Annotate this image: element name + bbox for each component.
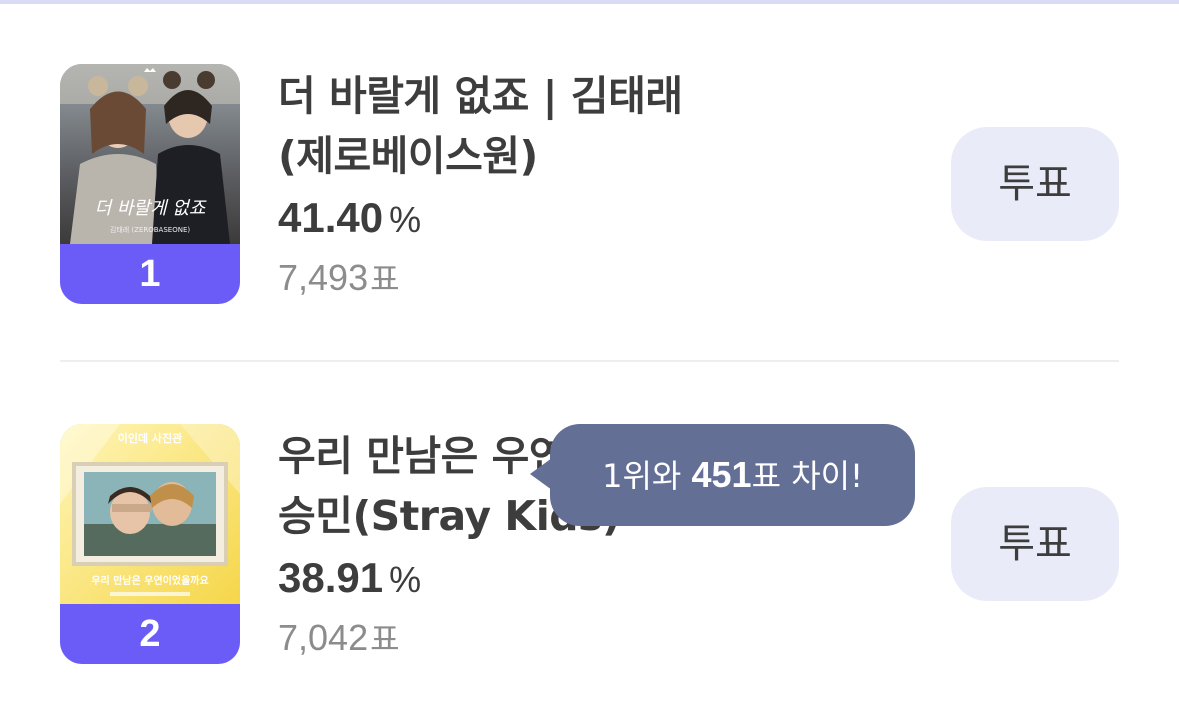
cover-title-text: 우리 만남은 우연이었을까요 — [91, 574, 208, 587]
album-thumbnail[interactable]: 더 바랄게 없죠 김태래 (ZEROBASEONE) 1 — [60, 64, 240, 304]
vote-count-unit: 표 — [370, 260, 400, 298]
cover-subtitle-text: 김태래 (ZEROBASEONE) — [110, 225, 190, 234]
album-cover-image: 이인데 사진관 우리 만남은 우연이었을까요 — [60, 424, 240, 604]
vote-count: 7,042표 — [278, 614, 400, 660]
vote-gap-tooltip: 1위와 451표 차이! — [530, 424, 915, 526]
percent-unit: % — [389, 559, 422, 600]
vote-count-value: 7,042 — [278, 617, 369, 658]
vote-percentage: 38.91% — [278, 554, 421, 602]
album-thumbnail[interactable]: 이인데 사진관 우리 만남은 우연이었을까요 2 — [60, 424, 240, 664]
ranking-item-1: 더 바랄게 없죠 김태래 (ZEROBASEONE) 1 더 바랄게 없죠 | … — [0, 64, 1179, 304]
percent-value: 41.40 — [278, 194, 384, 241]
vote-button[interactable]: 투표 — [951, 487, 1119, 601]
percent-unit: % — [389, 199, 422, 240]
cover-title-text: 더 바랄게 없죠 — [95, 198, 207, 219]
tooltip-prefix: 1위와 — [602, 457, 682, 495]
song-title-line1: 더 바랄게 없죠 | 김태래 — [278, 72, 683, 120]
tooltip-amount: 451 — [691, 454, 752, 495]
rank-badge: 2 — [60, 604, 240, 664]
top-border — [0, 0, 1179, 4]
vote-count: 7,493표 — [278, 254, 400, 300]
song-title: 더 바랄게 없죠 | 김태래 (제로베이스원) — [278, 66, 878, 186]
rank-badge: 1 — [60, 244, 240, 304]
percent-value: 38.91 — [278, 554, 384, 601]
divider — [60, 360, 1119, 362]
song-title-line2: (제로베이스원) — [278, 132, 538, 180]
cover-brand-text: 이인데 사진관 — [118, 431, 183, 445]
vote-percentage: 41.40% — [278, 194, 421, 242]
album-cover-image: 더 바랄게 없죠 김태래 (ZEROBASEONE) — [60, 64, 240, 244]
vote-button[interactable]: 투표 — [951, 127, 1119, 241]
vote-count-value: 7,493 — [278, 257, 369, 298]
vote-count-unit: 표 — [370, 620, 400, 658]
tooltip-suffix: 표 차이! — [751, 457, 863, 495]
